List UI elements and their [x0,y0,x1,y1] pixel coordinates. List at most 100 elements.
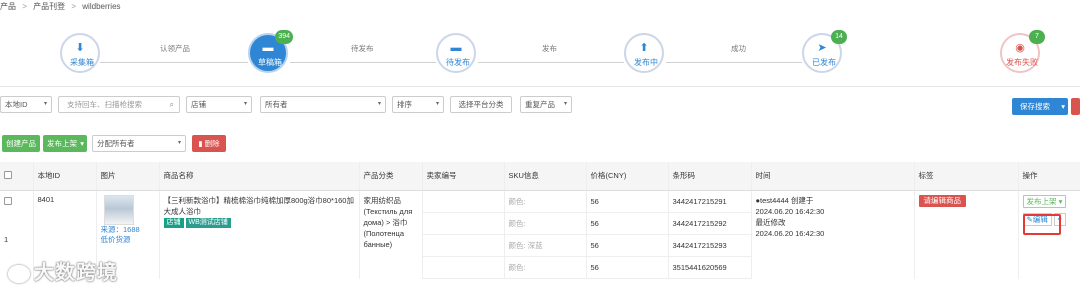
search-input[interactable]: 支持回车、扫描枪搜索 ⌕ [58,96,180,113]
clear-button[interactable] [1071,98,1080,115]
sku-price: 56 [586,235,668,257]
modified-label: 最近修改 [755,217,786,227]
table-header-row: 本地ID 图片 商品名称 产品分类 卖家编号 SKU信息 价格(CNY) 条形码… [0,162,1080,191]
store-select[interactable]: 店铺 ▾ [186,96,252,113]
store-name-tag: WB测试店铺 [185,217,231,228]
flow-connector [100,62,248,63]
breadcrumb-item[interactable]: 产品刊登 [33,2,65,11]
step-label: 发布失败 [1006,58,1038,67]
publish-op-label: 发布上架 [1026,196,1057,206]
step-published[interactable]: ➤ 已发布 14 [802,30,847,73]
owner-select-label: 所有者 [265,100,288,109]
sku-spec: 颜色: [504,213,586,235]
product-name[interactable]: 【三利新款浴巾】精梳棉浴巾纯棉加厚800g浴巾80*160加大成人浴巾 [164,195,355,217]
column-header: 本地ID [33,162,97,191]
category-cell: 家用纺织品 (Текстиль для дома) > 浴巾 (Полотенц… [359,190,423,279]
product-name-cell: 【三利新款浴巾】精梳棉浴巾纯棉加厚800g浴巾80*160加大成人浴巾 店铺 WB… [159,190,360,279]
flow-connector-label: 成功 [731,44,746,53]
column-header: 图片 [96,162,160,191]
store-tag: 店铺 [163,217,184,228]
send-icon: ➤ [817,42,827,54]
store-select-label: 店铺 [191,100,206,109]
chevron-down-icon: ▾ [80,139,84,148]
search-icon[interactable]: ⌕ [170,97,174,112]
flow-connector-label: 认领产品 [160,44,190,53]
flow-connector [666,62,802,63]
owner-select[interactable]: 所有者 ▾ [260,96,386,113]
flow-connector-label: 待发布 [351,44,374,53]
chevron-down-icon: ▾ [43,101,47,107]
breadcrumb: 产品 > 产品刊登 > wildberries [0,1,125,12]
chevron-down-icon: ▾ [243,101,247,107]
flow-connector [290,62,436,63]
assign-owner-label: 分配所有者 [97,139,135,148]
label-cell: 请编辑商品 [914,190,1019,279]
column-header: 产品分类 [359,162,423,191]
creator-text: test4444 创建于 [760,195,814,205]
chevron-down-icon: ▾ [563,101,567,107]
sku-price: 56 [586,191,668,213]
table-row: 1 8401 来源：1688 低价货源 【三利新款浴巾】精梳棉浴巾纯棉加厚800… [0,190,1080,279]
select-all-checkbox[interactable] [4,170,12,179]
sku-subrow [422,235,504,257]
sku-subrow [422,257,504,279]
delete-label: 删除 [204,139,220,148]
create-product-button[interactable]: 创建产品 [2,135,40,152]
count-badge: 7 [1029,30,1045,44]
column-header: 商品名称 [159,162,360,191]
lowest-price-link[interactable]: 低价货源 [101,235,155,245]
breadcrumb-item[interactable]: 产品 [0,2,16,11]
publish-listing-op-button[interactable]: 发布上架 ▾ [1022,194,1067,208]
assign-owner-select[interactable]: 分配所有者 ▾ [92,135,186,152]
column-header: 时间 [751,162,915,191]
column-header: 条形码 [668,162,752,191]
breadcrumb-sep: > [22,2,27,11]
upload-icon: ⬆ [639,42,649,54]
save-search-button[interactable]: 保存搜索 ▾ [1012,98,1068,115]
step-collect-box[interactable]: ⬇ 采集箱 [60,33,100,73]
publish-listing-button[interactable]: 发布上架 ▾ [43,135,87,152]
sku-price: 56 [586,257,668,279]
local-id-select[interactable]: 本地ID ▾ [0,96,52,113]
flow-connector-label: 发布 [542,44,557,53]
time-cell: ●test4444 创建于 2024.06.20 16:42:30 最近修改 2… [751,190,915,279]
step-draft-box[interactable]: ▬ 草稿箱 394 [248,30,293,73]
select-all-cell[interactable] [0,162,34,191]
breadcrumb-sep: > [71,2,77,11]
step-label: 发布中 [634,58,658,67]
count-badge: 394 [275,30,293,44]
step-label: 采集箱 [70,58,94,67]
created-time: 2024.06.20 16:42:30 [755,206,825,216]
save-search-label: 保存搜索 [1020,102,1050,111]
breadcrumb-item: wildberries [82,2,121,11]
divider [0,86,1080,87]
sku-barcode: 3442417215292 [668,213,751,235]
column-header: 价格(CNY) [586,162,669,191]
delete-button[interactable]: ▮ 删除 [192,135,226,152]
chevron-down-icon: ▾ [377,101,381,107]
edit-required-tag: 请编辑商品 [918,194,966,207]
sku-barcode: 3442417215293 [668,235,751,257]
watermark-logo-icon [8,264,30,283]
highlight-box [1023,214,1061,235]
select-platform-category-button[interactable]: 选择平台分类 [450,96,512,113]
watermark-text: 大数跨境 [34,262,118,284]
step-publishing[interactable]: ⬆ 发布中 [624,33,664,73]
creator-line: ●test4444 创建于 [756,195,910,206]
download-icon: ⬇ [75,42,85,54]
duplicate-product-select[interactable]: 重复产品 ▾ [520,96,572,113]
publish-listing-label: 发布上架 [47,139,77,148]
price-cell: 56 56 56 56 [586,190,669,279]
step-pending[interactable]: ▬ 待发布 [436,33,476,73]
sku-price: 56 [586,213,668,235]
step-publish-failed[interactable]: ◉ 发布失败 7 [1000,30,1045,73]
step-label: 已发布 [812,58,836,67]
product-thumbnail[interactable] [103,194,134,225]
sort-select[interactable]: 排序 ▾ [392,96,444,113]
step-label: 草稿箱 [258,58,282,67]
column-header: 卖家编号 [422,162,505,191]
source-link[interactable]: 来源：1688 [101,225,155,235]
chevron-down-icon: ▾ [1061,102,1065,111]
flow-connector [478,62,624,63]
row-checkbox[interactable] [4,196,12,205]
